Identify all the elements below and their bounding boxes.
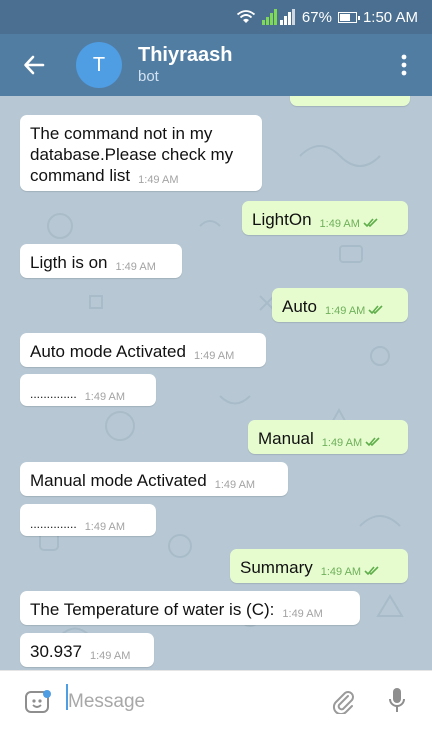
message-bubble-incoming[interactable]: The command not in my database.Please ch… [20,115,262,191]
sticker-icon [25,689,51,713]
message-list[interactable]: The command not in my database.Please ch… [0,96,432,670]
message-time: 1:49 AM [115,261,156,273]
message-text: Auto [282,297,317,316]
chat-title: Thiyraash [138,44,233,66]
wifi-icon [236,9,256,25]
avatar[interactable]: T [76,42,122,88]
bottom-spacer [0,732,432,756]
double-check-icon [365,431,381,452]
message-time: 1:49 AM [84,521,126,533]
battery-percent: 67% [301,8,332,26]
message-text: Ligth is on [30,253,108,272]
message-bubble-incoming[interactable]: Auto mode Activated 1:49 AM [20,333,266,367]
message-composer [0,670,432,732]
clock: 1:50 AM [362,8,418,26]
message-time: 1:49 AM [320,566,362,578]
text-cursor [66,684,68,710]
message-bubble-outgoing[interactable]: LightOn 1:49 AM [242,201,408,235]
message-bubble-incoming[interactable]: The Temperature of water is (C): 1:49 AM [20,591,360,625]
message-text: .............. [30,387,77,401]
chat-info[interactable]: Thiyraash bot [138,43,232,87]
message-time: 1:49 AM [90,650,131,662]
message-bubble-incoming[interactable]: .............. 1:49 AM [20,504,156,536]
message-time: 1:49 AM [324,305,366,317]
attach-button[interactable] [328,686,358,716]
arrow-left-icon [24,55,45,75]
message-text: .............. [30,517,77,531]
message-text: Manual mode Activated [30,471,207,490]
message-bubble-incoming[interactable]: .............. 1:49 AM [20,374,156,406]
message-bubble-partial[interactable] [290,96,410,106]
more-vertical-icon [401,54,407,76]
message-time: 1:49 AM [319,218,360,230]
battery-icon [337,11,360,23]
message-text: LightOn [252,210,312,229]
message-bubble-outgoing[interactable]: Auto 1:49 AM [272,288,408,322]
message-bubble-incoming[interactable]: Manual mode Activated 1:49 AM [20,462,288,496]
message-text: Auto mode Activated [30,342,186,361]
message-text: Summary [240,558,313,577]
message-text: The command not in my database.Please ch… [30,124,234,185]
back-button[interactable] [6,34,62,96]
microphone-button[interactable] [382,684,412,718]
double-check-icon [368,299,384,320]
chat-header: T Thiyraash bot [0,34,432,96]
microphone-icon [389,688,405,712]
message-bubble-outgoing[interactable]: Summary 1:49 AM [230,549,408,583]
message-bubble-incoming[interactable]: Ligth is on 1:49 AM [20,244,182,278]
message-time: 1:49 AM [214,479,256,491]
double-check-icon [364,560,380,581]
message-time: 1:49 AM [193,350,235,362]
chat-subtitle: bot [138,68,159,85]
message-time: 1:49 AM [138,174,179,186]
signal-icon [261,9,296,25]
message-input[interactable] [68,681,308,722]
message-bubble-outgoing[interactable]: Manual 1:49 AM [248,420,408,454]
message-time: 1:49 AM [282,608,323,620]
double-check-icon [363,212,379,233]
more-menu-button[interactable] [384,45,424,85]
sticker-button[interactable] [10,671,66,733]
message-text: Manual [258,429,314,448]
message-text: 30.937 [30,642,82,661]
message-time: 1:49 AM [84,391,126,403]
message-text: The Temperature of water is (C): [30,600,275,619]
message-time: 1:49 AM [321,437,363,449]
status-bar: 67% 1:50 AM [0,0,432,34]
paperclip-icon [332,691,354,714]
message-bubble-incoming[interactable]: 30.937 1:49 AM [20,633,154,667]
